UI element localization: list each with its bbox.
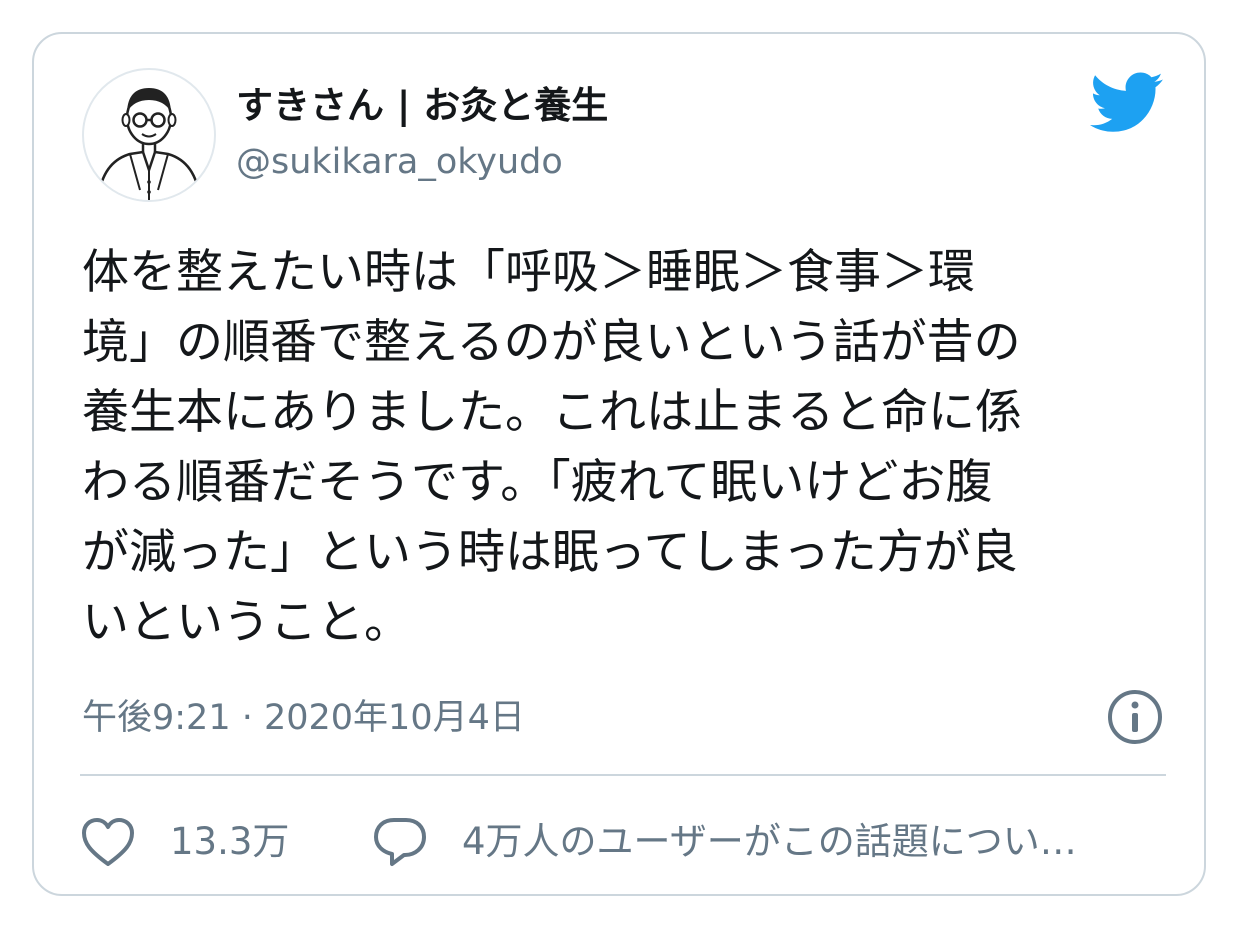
tweet-text: 体を整えたい時は「呼吸＞睡眠＞食事＞環 境」の順番で整えるのが良いという話が昔の… (82, 245, 1022, 650)
reply-conversation-text: 4万人のユーザーがこの話題につい… (462, 820, 1077, 863)
reply-conversation-link[interactable]: 4万人のユーザーがこの話題につい… (372, 814, 1077, 870)
tweet-timestamp[interactable]: 午後9:21 · 2020年10月4日 (82, 694, 525, 742)
info-icon[interactable] (1106, 688, 1164, 746)
person-illustration-icon (96, 88, 202, 200)
like-count: 13.3万 (170, 820, 290, 863)
avatar[interactable] (82, 68, 216, 202)
twitter-bird-icon[interactable] (1090, 72, 1164, 134)
like-button[interactable]: 13.3万 (80, 814, 289, 870)
heart-icon (82, 818, 134, 866)
user-handle[interactable]: @sukikara_okyudo (236, 138, 563, 186)
display-name[interactable]: すきさん | お灸と養生 (236, 80, 608, 132)
speech-bubble-icon (374, 818, 426, 866)
tweet-card[interactable]: すきさん | お灸と養生 @sukikara_okyudo 体を整えたい時は「呼… (32, 32, 1206, 896)
divider (80, 774, 1166, 776)
